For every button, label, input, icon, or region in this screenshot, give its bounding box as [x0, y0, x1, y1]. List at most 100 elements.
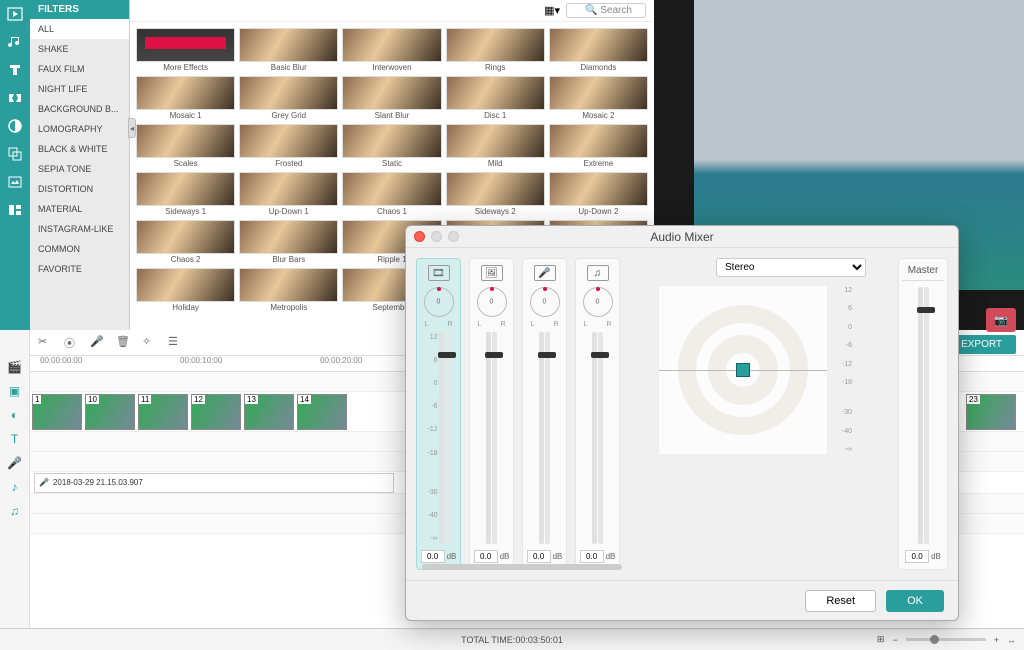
mixer-titlebar[interactable]: Audio Mixer — [406, 226, 958, 248]
fit-icon[interactable]: ⊞ — [877, 634, 885, 645]
filter-item[interactable]: Grey Grid — [239, 76, 338, 120]
sidebar-item[interactable]: INSTAGRAM-LIKE — [30, 219, 129, 239]
transitions-icon[interactable] — [6, 89, 24, 107]
channels-scrollbar[interactable] — [422, 564, 622, 570]
filter-item[interactable]: Metropolis — [239, 268, 338, 312]
mode-select[interactable]: Stereo — [716, 258, 866, 277]
filter-item[interactable]: Mosaic 2 — [549, 76, 648, 120]
pan-knob[interactable]: 0 — [530, 287, 560, 317]
sidebar-item[interactable]: DISTORTION — [30, 179, 129, 199]
grid-view-icon[interactable]: ▦▾ — [544, 4, 560, 17]
zoom-in-icon[interactable]: + — [994, 635, 999, 645]
filter-item[interactable]: Basic Blur — [239, 28, 338, 72]
pan-knob[interactable]: 0 — [477, 287, 507, 317]
timeline-clip[interactable]: 13 — [244, 394, 294, 430]
pip-track-icon[interactable]: ▣ — [9, 384, 20, 398]
music-icon[interactable] — [6, 33, 24, 51]
master-db-input[interactable] — [905, 550, 929, 563]
sidebar-collapse-handle[interactable]: ◂ — [128, 118, 136, 138]
timeline-clip[interactable]: 11 — [138, 394, 188, 430]
snapshot-button[interactable]: 📷 — [986, 308, 1016, 332]
text-track-icon[interactable]: T — [11, 432, 18, 446]
video-track-icon[interactable]: 🎬 — [7, 360, 22, 374]
filter-item[interactable]: Frosted — [239, 124, 338, 168]
filter-item[interactable]: Interwoven — [342, 28, 441, 72]
reset-button[interactable]: Reset — [805, 590, 876, 612]
media-icon[interactable] — [6, 5, 24, 23]
timeline-clip[interactable]: 23 — [966, 394, 1016, 430]
window-controls[interactable] — [414, 231, 459, 242]
master-fader[interactable] — [924, 287, 929, 544]
timeline-clip[interactable]: 10 — [85, 394, 135, 430]
volume-fader[interactable] — [545, 332, 550, 544]
crop-icon[interactable]: ✧ — [142, 335, 158, 351]
sidebar-item[interactable]: ALL — [30, 19, 129, 39]
delete-icon[interactable]: 🗑 — [116, 335, 132, 351]
search-input[interactable]: 🔍 Search — [566, 3, 646, 18]
channel-type-icon[interactable]: 🖼 — [481, 265, 503, 281]
sidebar-item[interactable]: NIGHT LIFE — [30, 79, 129, 99]
filter-item[interactable]: Sideways 2 — [446, 172, 545, 216]
split-screen-icon[interactable] — [6, 201, 24, 219]
elements-icon[interactable] — [6, 173, 24, 191]
close-icon[interactable] — [414, 231, 425, 242]
sidebar-item[interactable]: BLACK & WHITE — [30, 139, 129, 159]
channel-type-icon[interactable]: 🎞 — [428, 265, 450, 281]
db-input[interactable] — [421, 550, 445, 563]
db-input[interactable] — [474, 550, 498, 563]
filter-item[interactable]: Up-Down 2 — [549, 172, 648, 216]
filter-track-icon[interactable]: ◐ — [11, 408, 18, 422]
timeline-clip[interactable]: 12 — [191, 394, 241, 430]
surround-pad[interactable] — [658, 285, 828, 455]
filter-item[interactable]: Extreme — [549, 124, 648, 168]
filter-item[interactable]: Slant Blur — [342, 76, 441, 120]
timeline-clip[interactable]: 14 — [297, 394, 347, 430]
filter-item[interactable]: Mild — [446, 124, 545, 168]
pan-cursor[interactable] — [736, 363, 750, 377]
fit-width-icon[interactable]: ↔ — [1007, 635, 1016, 645]
zoom-out-icon[interactable]: − — [892, 635, 897, 645]
voiceover-icon[interactable]: 🎤 — [90, 335, 106, 351]
channel-type-icon[interactable]: ♫ — [587, 265, 609, 281]
music-track-icon[interactable]: ♪ — [12, 480, 18, 494]
settings-icon[interactable]: ☰ — [168, 335, 184, 351]
zoom-slider[interactable] — [906, 638, 986, 641]
mic-track-icon[interactable]: 🎤 — [7, 456, 22, 470]
filter-item[interactable]: Chaos 2 — [136, 220, 235, 264]
sidebar-item[interactable]: COMMON — [30, 239, 129, 259]
timeline-clip[interactable]: 1 — [32, 394, 82, 430]
filter-item[interactable]: Disc 1 — [446, 76, 545, 120]
volume-fader[interactable] — [492, 332, 497, 544]
channel-type-icon[interactable]: 🎤 — [534, 265, 556, 281]
sidebar-item[interactable]: FAVORITE — [30, 259, 129, 279]
filter-item[interactable]: Up-Down 1 — [239, 172, 338, 216]
maximize-icon[interactable] — [448, 231, 459, 242]
filter-item[interactable]: Mosaic 1 — [136, 76, 235, 120]
sidebar-item[interactable]: FAUX FILM — [30, 59, 129, 79]
record-icon[interactable]: ⦿ — [64, 335, 80, 351]
overlays-icon[interactable] — [6, 145, 24, 163]
volume-fader[interactable] — [445, 332, 450, 544]
filter-item[interactable]: Scales — [136, 124, 235, 168]
filter-item[interactable]: Chaos 1 — [342, 172, 441, 216]
sidebar-item[interactable]: SHAKE — [30, 39, 129, 59]
sidebar-item[interactable]: MATERIAL — [30, 199, 129, 219]
filter-item[interactable]: Sideways 1 — [136, 172, 235, 216]
filter-item[interactable]: Holiday — [136, 268, 235, 312]
volume-fader[interactable] — [598, 332, 603, 544]
minimize-icon[interactable] — [431, 231, 442, 242]
sidebar-item[interactable]: BACKGROUND B... — [30, 99, 129, 119]
pan-knob[interactable]: 0 — [583, 287, 613, 317]
filter-item[interactable]: More Effects — [136, 28, 235, 72]
text-icon[interactable] — [6, 61, 24, 79]
sidebar-item[interactable]: LOMOGRAPHY — [30, 119, 129, 139]
audio-clip[interactable]: 🎤 2018-03-29 21.15.03.907 — [34, 473, 394, 493]
music-track-2-icon[interactable]: ♫ — [10, 504, 19, 518]
db-input[interactable] — [527, 550, 551, 563]
edit-tools-icon[interactable]: ✂ — [38, 335, 54, 351]
filter-item[interactable]: Blur Bars — [239, 220, 338, 264]
filters-icon[interactable] — [6, 117, 24, 135]
filter-item[interactable]: Diamonds — [549, 28, 648, 72]
filter-item[interactable]: Rings — [446, 28, 545, 72]
filter-item[interactable]: Static — [342, 124, 441, 168]
